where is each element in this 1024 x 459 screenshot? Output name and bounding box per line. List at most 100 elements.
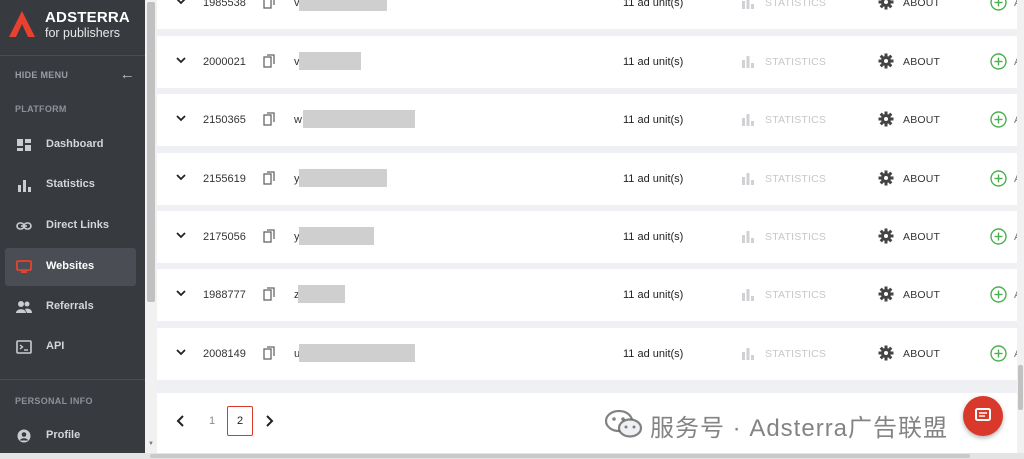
- sidebar-item-label: Dashboard: [46, 138, 104, 150]
- sidebar-item-label: Websites: [46, 260, 95, 272]
- gear-icon: [878, 53, 894, 69]
- copy-icon[interactable]: [263, 54, 275, 68]
- main-scrollbar[interactable]: [1017, 0, 1024, 453]
- watermark-text: 服务号 · Adsterra广告联盟: [650, 415, 949, 442]
- about-button[interactable]: ABOUT: [903, 173, 940, 185]
- chevron-down-icon[interactable]: [175, 229, 187, 241]
- sidebar-item-profile[interactable]: Profile: [5, 417, 136, 455]
- brand-name: ADSTERRA: [45, 9, 130, 26]
- sidebar-scrollbar-thumb[interactable]: [147, 2, 155, 302]
- redacted-domain: [299, 169, 387, 187]
- table-row[interactable]: 2175056y11 ad unit(s)STATISTICSABOUTA: [157, 211, 1021, 263]
- sidebar-item-label: API: [46, 340, 65, 352]
- statistics-icon: [742, 114, 754, 126]
- chevron-down-icon[interactable]: [175, 112, 187, 124]
- sidebar-item-label: Profile: [46, 429, 81, 441]
- divider: [0, 55, 145, 56]
- ad-units-count[interactable]: 11 ad unit(s): [623, 231, 683, 243]
- about-button[interactable]: ABOUT: [903, 0, 940, 9]
- people-icon: [16, 301, 32, 313]
- about-button[interactable]: ABOUT: [903, 348, 940, 360]
- chevron-left-icon[interactable]: [175, 414, 187, 428]
- sidebar-item-referrals[interactable]: Referrals: [5, 288, 136, 326]
- watermark: 服务号 · Adsterra广告联盟: [604, 405, 1004, 445]
- table-row[interactable]: 2000021v11 ad unit(s)STATISTICSABOUTA: [157, 36, 1021, 88]
- statistics-icon: [742, 0, 754, 9]
- add-circle-icon[interactable]: [990, 111, 1007, 128]
- hide-menu-label: HIDE MENU: [15, 70, 69, 80]
- ad-units-count[interactable]: 11 ad unit(s): [623, 348, 683, 360]
- statistics-button[interactable]: STATISTICS: [765, 56, 826, 68]
- wechat-icon: [604, 409, 643, 438]
- horizontal-scrollbar-thumb[interactable]: [150, 454, 970, 458]
- brand-logo[interactable]: ADSTERRA for publishers: [8, 8, 143, 44]
- chevron-down-icon[interactable]: [175, 346, 187, 358]
- website-name: w: [294, 114, 302, 126]
- sidebar-item-direct-links[interactable]: Direct Links: [5, 207, 136, 245]
- add-circle-icon[interactable]: [990, 53, 1007, 70]
- sidebar-item-api[interactable]: API: [5, 328, 136, 366]
- dashboard-icon: [17, 139, 31, 151]
- statistics-button[interactable]: STATISTICS: [765, 0, 826, 9]
- redacted-domain: [299, 0, 387, 11]
- table-row[interactable]: 1988777z11 ad unit(s)STATISTICSABOUTA: [157, 269, 1021, 321]
- ad-units-count[interactable]: 11 ad unit(s): [623, 56, 683, 68]
- table-row[interactable]: 2008149u11 ad unit(s)STATISTICSABOUTA: [157, 328, 1021, 380]
- statistics-button[interactable]: STATISTICS: [765, 289, 826, 301]
- horizontal-scrollbar[interactable]: [0, 453, 1024, 459]
- about-button[interactable]: ABOUT: [903, 56, 940, 68]
- ad-units-count[interactable]: 11 ad unit(s): [623, 173, 683, 185]
- ad-units-count[interactable]: 11 ad unit(s): [623, 114, 683, 126]
- statistics-button[interactable]: STATISTICS: [765, 348, 826, 360]
- chevron-down-icon[interactable]: [175, 171, 187, 183]
- about-button[interactable]: ABOUT: [903, 231, 940, 243]
- copy-icon[interactable]: [263, 229, 275, 243]
- ad-units-count[interactable]: 11 ad unit(s): [623, 289, 683, 301]
- about-button[interactable]: ABOUT: [903, 114, 940, 126]
- sidebar-item-dashboard[interactable]: Dashboard: [5, 126, 136, 164]
- sidebar-item-statistics[interactable]: Statistics: [5, 166, 136, 204]
- copy-icon[interactable]: [263, 287, 275, 301]
- redacted-domain: [298, 285, 345, 303]
- main-scrollbar-thumb[interactable]: [1018, 365, 1023, 410]
- section-label-platform: PLATFORM: [15, 104, 67, 114]
- chevron-down-icon[interactable]: [175, 0, 187, 7]
- brand-subtitle: for publishers: [45, 26, 121, 40]
- chevron-down-icon[interactable]: [175, 287, 187, 299]
- table-row[interactable]: 2155619y11 ad unit(s)STATISTICSABOUTA: [157, 153, 1021, 205]
- chat-support-button[interactable]: [963, 396, 1003, 436]
- page-2-button[interactable]: 2: [227, 406, 253, 436]
- page-1-button[interactable]: 1: [201, 408, 223, 434]
- copy-icon[interactable]: [263, 171, 275, 185]
- copy-icon[interactable]: [263, 0, 275, 9]
- chevron-right-icon[interactable]: [263, 414, 275, 428]
- add-circle-icon[interactable]: [990, 0, 1007, 11]
- add-circle-icon[interactable]: [990, 286, 1007, 303]
- sidebar-item-websites[interactable]: Websites: [5, 248, 136, 286]
- app: ADSTERRA for publishers HIDE MENU ← PLAT…: [0, 0, 1024, 459]
- scroll-down-arrow-icon[interactable]: ▼: [148, 441, 154, 447]
- add-circle-icon[interactable]: [990, 228, 1007, 245]
- website-id: 2155619: [203, 173, 246, 185]
- copy-icon[interactable]: [263, 112, 275, 126]
- statistics-button[interactable]: STATISTICS: [765, 173, 826, 185]
- copy-icon[interactable]: [263, 346, 275, 360]
- hide-menu-button[interactable]: HIDE MENU ←: [15, 66, 135, 84]
- add-circle-icon[interactable]: [990, 170, 1007, 187]
- adsterra-logo-icon: [9, 11, 35, 37]
- redacted-domain: [299, 52, 361, 70]
- statistics-button[interactable]: STATISTICS: [765, 114, 826, 126]
- chevron-down-icon[interactable]: [175, 54, 187, 66]
- statistics-button[interactable]: STATISTICS: [765, 231, 826, 243]
- table-row[interactable]: 1985538v11 ad unit(s)STATISTICSABOUTA: [157, 0, 1021, 29]
- gear-icon: [878, 0, 894, 10]
- add-circle-icon[interactable]: [990, 345, 1007, 362]
- sidebar-item-label: Referrals: [46, 300, 94, 312]
- about-button[interactable]: ABOUT: [903, 289, 940, 301]
- redacted-domain: [303, 110, 415, 128]
- website-id: 2175056: [203, 231, 246, 243]
- user-circle-icon: [17, 429, 31, 443]
- sidebar-item-label: Direct Links: [46, 219, 109, 231]
- ad-units-count[interactable]: 11 ad unit(s): [623, 0, 683, 9]
- table-row[interactable]: 2150365w11 ad unit(s)STATISTICSABOUTA: [157, 94, 1021, 146]
